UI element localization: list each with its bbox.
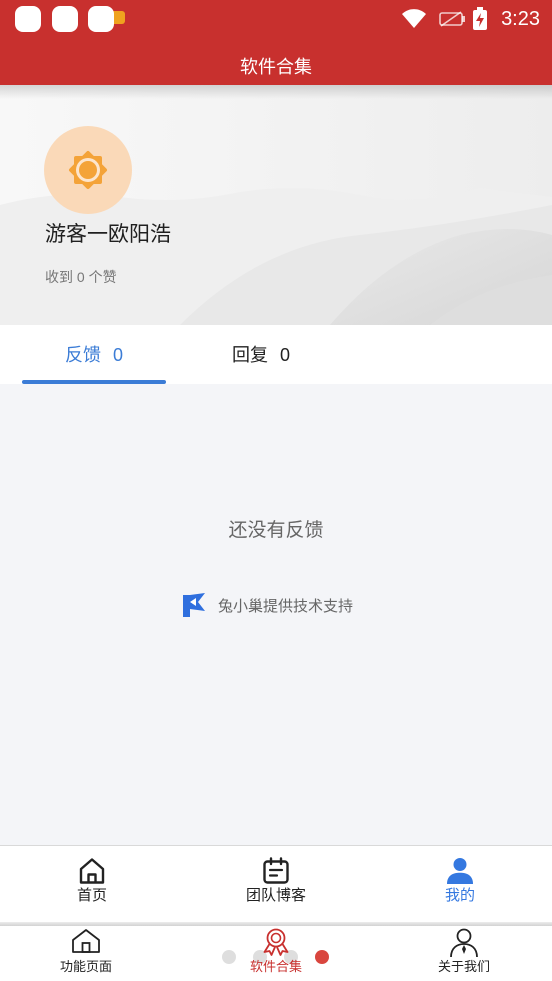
app-tab-label: 关于我们: [437, 959, 490, 974]
empty-state-message: 还没有反馈: [228, 520, 324, 541]
powered-by-text: 兔小巢提供技术支持: [218, 597, 354, 615]
tab-bar: 反馈 0 回复 0: [0, 325, 552, 384]
sim-off-icon: [439, 11, 465, 27]
feedback-panel: 还没有反馈 兔小巢提供技术支持: [0, 384, 552, 845]
sun-icon: [69, 151, 107, 189]
user-name: 游客一欧阳浩: [45, 223, 171, 246]
tab-label: 反馈: [64, 345, 101, 365]
tab-count: 0: [279, 345, 290, 365]
app-tab-bar: 功能页面 软件合集 关于我们: [0, 926, 552, 981]
calendar-icon: [263, 857, 289, 884]
app-tab-software-collection[interactable]: 软件合集: [196, 926, 356, 981]
powered-by-link[interactable]: 兔小巢提供技术支持: [181, 592, 353, 618]
app-tab-about-us[interactable]: 关于我们: [384, 926, 544, 981]
wifi-icon: [402, 9, 426, 28]
notification-icon: [88, 6, 114, 32]
nav-item-me[interactable]: 我的: [368, 846, 552, 922]
status-time: 3:23: [501, 8, 540, 30]
tab-count: 0: [112, 345, 123, 365]
header-shadow: [0, 85, 552, 99]
user-icon: [447, 858, 473, 884]
award-icon: [263, 928, 289, 956]
app-tab-label: 软件合集: [249, 959, 302, 974]
likes-count: 收到 0 个赞: [45, 269, 117, 285]
nav-item-label: 团队博客: [245, 887, 306, 904]
tab-replies[interactable]: 回复 0: [189, 325, 333, 384]
nav-item-label: 首页: [76, 887, 107, 904]
nav-item-team-blog[interactable]: 团队博客: [184, 846, 368, 922]
app-tab-features[interactable]: 功能页面: [6, 926, 166, 981]
tab-feedback[interactable]: 反馈 0: [22, 325, 166, 384]
person-icon: [450, 928, 478, 958]
home-outline-icon: [72, 929, 100, 953]
tuxiaochao-logo-icon: [183, 593, 205, 617]
notification-icon: [15, 6, 41, 32]
web-tab-bar: 首页 团队博客 我的: [0, 845, 552, 922]
page-title: 软件合集: [240, 57, 312, 77]
home-icon: [79, 858, 105, 884]
app-tab-label: 功能页面: [59, 959, 112, 974]
status-bar: 3:23: [0, 0, 552, 38]
app-header: 软件合集: [0, 38, 552, 85]
nav-item-label: 我的: [444, 887, 475, 904]
profile-card: 游客一欧阳浩 收到 0 个赞: [0, 85, 552, 325]
battery-charging-icon: [473, 7, 487, 30]
tab-label: 回复: [231, 345, 268, 365]
nav-item-home[interactable]: 首页: [0, 846, 184, 922]
avatar[interactable]: [44, 126, 132, 214]
notification-icon: [52, 6, 78, 32]
